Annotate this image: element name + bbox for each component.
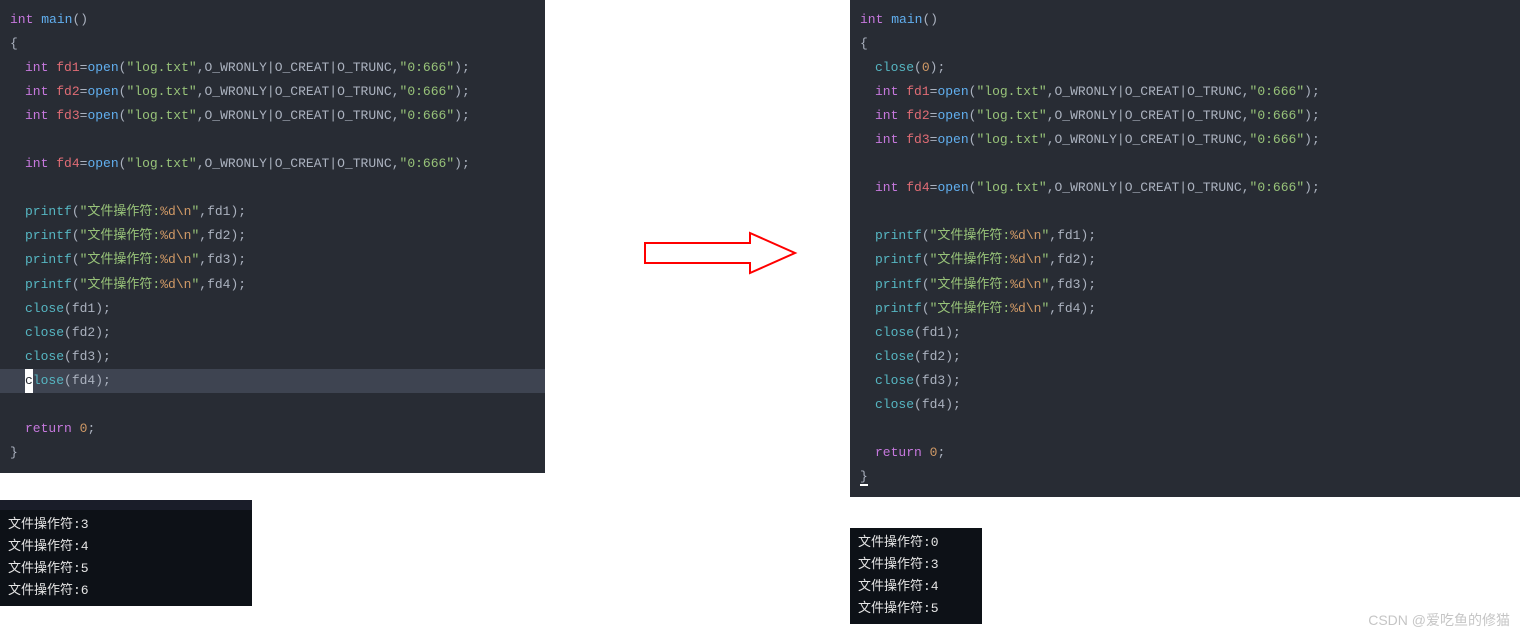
code-line: } (850, 465, 1520, 489)
terminal-output-right[interactable]: 文件操作符:0 文件操作符:3 文件操作符:4 文件操作符:5 (850, 528, 982, 624)
code-line: close(0); (850, 56, 1520, 80)
terminal-line: 文件操作符:4 (8, 536, 244, 558)
code-line: printf("文件操作符:%d\n",fd2); (850, 248, 1520, 272)
code-line: int fd1=open("log.txt",O_WRONLY|O_CREAT|… (850, 80, 1520, 104)
code-line: int main() (850, 8, 1520, 32)
code-line (0, 128, 545, 152)
code-line (850, 152, 1520, 176)
code-line: printf("文件操作符:%d\n",fd4); (850, 297, 1520, 321)
code-line: int fd3=open("log.txt",O_WRONLY|O_CREAT|… (850, 128, 1520, 152)
code-line: int main() (0, 8, 545, 32)
code-line (850, 200, 1520, 224)
code-line: close(fd3); (850, 369, 1520, 393)
terminal-output-left[interactable]: 文件操作符:3 文件操作符:4 文件操作符:5 文件操作符:6 (0, 510, 252, 606)
code-line (850, 417, 1520, 441)
code-line: printf("文件操作符:%d\n",fd2); (0, 224, 545, 248)
terminal-line: 文件操作符:3 (858, 554, 974, 576)
terminal-line: 文件操作符:3 (8, 514, 244, 536)
code-line: printf("文件操作符:%d\n",fd1); (0, 200, 545, 224)
code-line: int fd2=open("log.txt",O_WRONLY|O_CREAT|… (0, 80, 545, 104)
code-line (0, 176, 545, 200)
code-line: int fd1=open("log.txt",O_WRONLY|O_CREAT|… (0, 56, 545, 80)
code-line: close(fd1); (0, 297, 545, 321)
code-line: return 0; (850, 441, 1520, 465)
code-line-cursor: close(fd4); (0, 369, 545, 393)
code-editor-left[interactable]: int main() { int fd1=open("log.txt",O_WR… (0, 0, 545, 473)
terminal-line: 文件操作符:0 (858, 532, 974, 554)
code-line: close(fd2); (850, 345, 1520, 369)
code-line: int fd4=open("log.txt",O_WRONLY|O_CREAT|… (850, 176, 1520, 200)
code-line: return 0; (0, 417, 545, 441)
code-line: int fd3=open("log.txt",O_WRONLY|O_CREAT|… (0, 104, 545, 128)
code-line: close(fd1); (850, 321, 1520, 345)
code-line: } (0, 441, 545, 465)
code-line: int fd2=open("log.txt",O_WRONLY|O_CREAT|… (850, 104, 1520, 128)
terminal-line: 文件操作符:5 (8, 558, 244, 580)
code-line: printf("文件操作符:%d\n",fd3); (850, 273, 1520, 297)
code-line: printf("文件操作符:%d\n",fd1); (850, 224, 1520, 248)
watermark: CSDN @爱吃鱼的修猫 (1368, 610, 1510, 630)
code-line (0, 393, 545, 417)
code-line: int fd4=open("log.txt",O_WRONLY|O_CREAT|… (0, 152, 545, 176)
code-line: printf("文件操作符:%d\n",fd3); (0, 248, 545, 272)
code-line: { (850, 32, 1520, 56)
arrow-icon (640, 228, 800, 282)
code-line: { (0, 32, 545, 56)
code-editor-right[interactable]: int main() { close(0); int fd1=open("log… (850, 0, 1520, 497)
code-line: close(fd4); (850, 393, 1520, 417)
code-line: close(fd2); (0, 321, 545, 345)
code-line: printf("文件操作符:%d\n",fd4); (0, 273, 545, 297)
terminal-line: 文件操作符:6 (8, 580, 244, 602)
code-line: close(fd3); (0, 345, 545, 369)
terminal-line: 文件操作符:4 (858, 576, 974, 598)
terminal-line: 文件操作符:5 (858, 598, 974, 620)
